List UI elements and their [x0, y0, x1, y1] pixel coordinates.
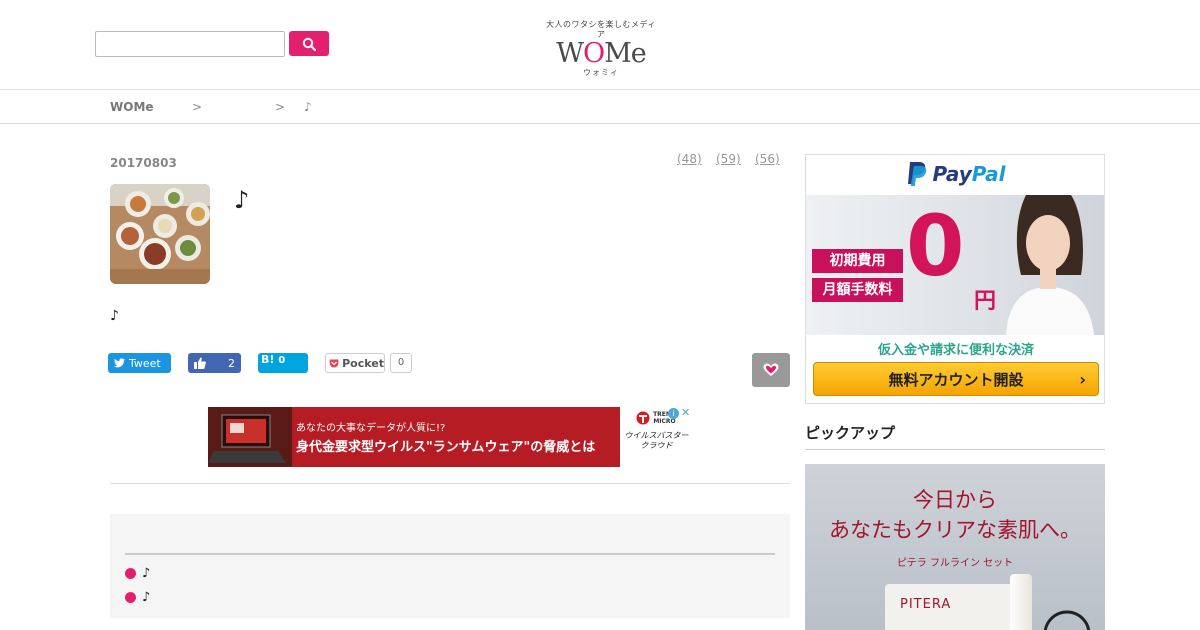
pocket-icon: [329, 359, 339, 367]
breadcrumb: WOMe > > ♪: [0, 89, 1200, 124]
hatena-bookmark-button[interactable]: B! 0: [258, 353, 308, 373]
pickup-divider: [805, 449, 1105, 450]
like-count: 2: [228, 356, 235, 370]
bullet-icon: [125, 592, 136, 603]
logo-reading: ウォミィ: [583, 68, 619, 77]
paypal-yen: 円: [974, 289, 997, 314]
search-input[interactable]: [95, 31, 285, 57]
table-of-contents: ♪ ♪: [110, 514, 790, 618]
laptop-photo: [208, 407, 292, 467]
paypal-cta-label: 無料アカウント開設: [888, 370, 1024, 389]
pitera-brand: PITERA: [900, 597, 952, 612]
pitera-headline-2: あなたもクリアな素肌へ。: [829, 518, 1081, 542]
content-divider: [110, 483, 790, 484]
tweet-label: Tweet: [129, 356, 161, 370]
paypal-tag-initial-fee: 初期費用: [812, 249, 903, 273]
heart-icon: [763, 363, 779, 376]
ad-product-name: ウイルスバスター クラウド: [624, 431, 689, 450]
toc-item[interactable]: ♪: [125, 566, 150, 581]
toc-item[interactable]: ♪: [125, 590, 150, 605]
woman-photo: [1006, 195, 1094, 335]
pitera-headline: 今日から: [913, 488, 997, 512]
article-thumbnail: [110, 184, 210, 284]
ad-info-icon[interactable]: i: [668, 408, 679, 419]
trendmicro-icon: [636, 411, 649, 425]
count-link[interactable]: (56): [755, 152, 780, 166]
paypal-p-icon: [908, 162, 927, 186]
favorite-button[interactable]: [752, 353, 790, 387]
breadcrumb-home-link[interactable]: WOMe: [110, 100, 154, 114]
bullet-icon: [125, 568, 136, 579]
facebook-like-button[interactable]: 2: [188, 353, 241, 373]
toc-item-label: ♪: [142, 590, 151, 605]
paypal-ad[interactable]: PayPal 初期費用 月額手数料 0 円 仮入金や請求に便利な決済 無料アカウ…: [805, 154, 1105, 404]
logo-tagline: 大人のワタシを楽しむメディア: [546, 20, 656, 39]
pitera-subtitle: ピテラ フルライン セット: [896, 558, 1014, 569]
pocket-label: Pocket: [342, 356, 384, 370]
search-icon: [302, 37, 316, 51]
thumbs-up-icon: [194, 357, 206, 369]
paypal-zero: 0: [906, 197, 965, 295]
tweet-button[interactable]: Tweet: [108, 353, 171, 373]
twitter-bird-icon: [114, 358, 125, 368]
article-body: ♪: [110, 308, 119, 324]
trendmicro-banner-ad[interactable]: あなたの大事なデータが人質に!? 身代金要求型ウイルス"ランサムウェア"の脅威と…: [208, 407, 693, 467]
paypal-signup-button[interactable]: 無料アカウント開設 ›: [813, 362, 1099, 396]
site-header: 大人のワタシを楽しむメディア WOMe ウォミィ: [0, 0, 1200, 90]
pitera-bottle: [1010, 574, 1032, 630]
breadcrumb-current: ♪: [304, 100, 312, 114]
toc-divider: [125, 553, 775, 555]
pitera-ring: [1043, 610, 1091, 630]
hatena-count: 0: [278, 355, 286, 366]
ad-headline: あなたの大事なデータが人質に!?: [296, 423, 446, 434]
search-button[interactable]: [289, 31, 329, 56]
count-link[interactable]: (59): [716, 152, 741, 166]
breadcrumb-separator: >: [192, 100, 203, 114]
paypal-note: 仮入金や請求に便利な決済: [877, 343, 1034, 358]
pocket-button[interactable]: Pocket: [325, 353, 385, 373]
breadcrumb-separator: >: [275, 100, 286, 114]
count-link[interactable]: (48): [677, 152, 702, 166]
pickup-heading: ピックアップ: [805, 424, 896, 442]
article-date: 20170803: [110, 156, 177, 170]
article-title: ♪: [234, 186, 250, 214]
paypal-tag-monthly-fee: 月額手数料: [812, 278, 903, 302]
chevron-right-icon: ›: [1079, 369, 1086, 389]
pitera-ad[interactable]: 今日から あなたもクリアな素肌へ。 ピテラ フルライン セット PITERA: [805, 464, 1105, 630]
hatena-icon: B!: [261, 353, 275, 366]
paypal-logo: PayPal: [806, 161, 1104, 187]
site-logo[interactable]: 大人のワタシを楽しむメディア WOMe ウォミィ: [545, 20, 657, 77]
toc-item-label: ♪: [142, 566, 151, 581]
pocket-count: 0: [390, 353, 412, 373]
ad-subheadline: 身代金要求型ウイルス"ランサムウェア"の脅威とは: [296, 440, 596, 455]
logo-wordmark: WOMe: [556, 38, 647, 69]
ad-close-icon[interactable]: ✕: [681, 407, 692, 418]
